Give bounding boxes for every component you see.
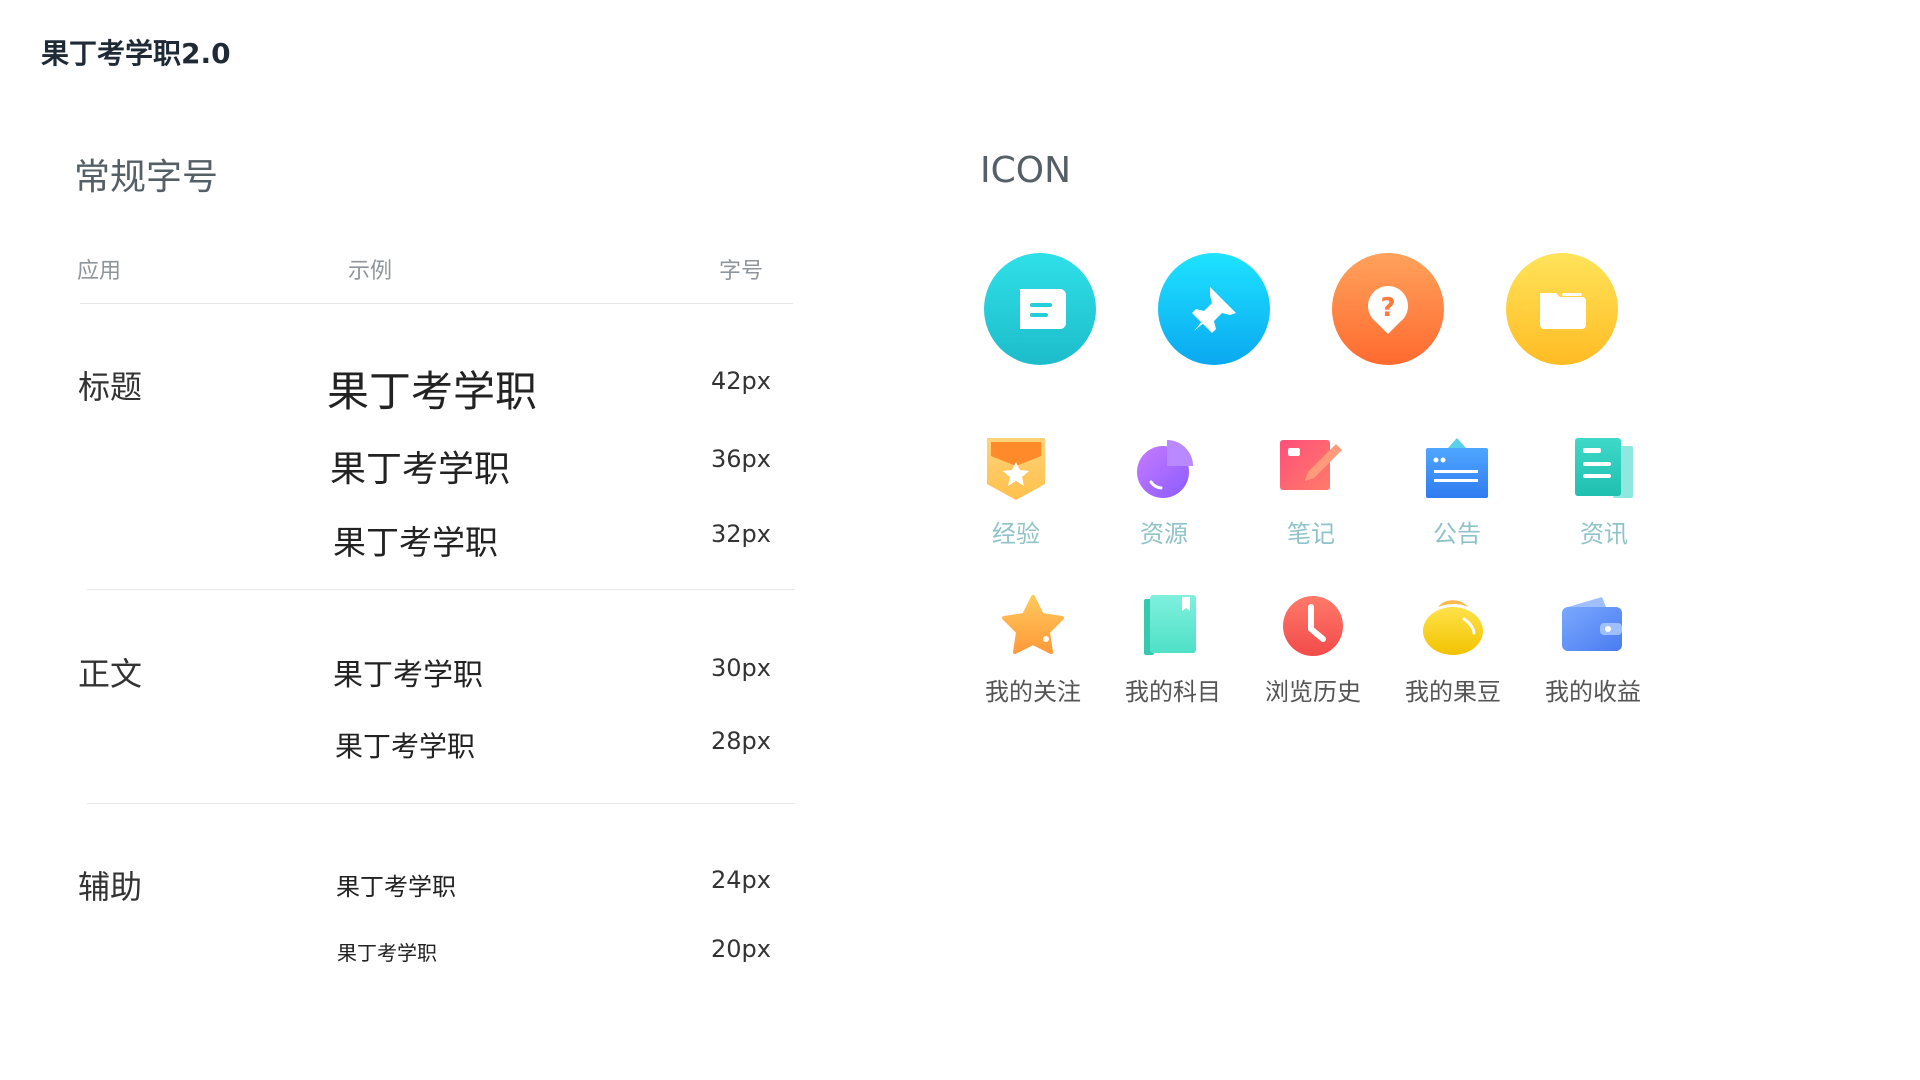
sample-text-28: 果丁考学职	[335, 730, 476, 763]
star-icon[interactable]	[1000, 593, 1066, 659]
sample-text-36: 果丁考学职	[330, 449, 511, 490]
group-label-body: 正文	[78, 655, 143, 693]
icon-label-my-earnings: 我的收益	[1545, 678, 1641, 706]
column-header-size: 字号	[719, 259, 764, 284]
icon-label-announcement: 公告	[1433, 520, 1481, 548]
question-icon[interactable]: ?	[1332, 253, 1444, 365]
column-header-example: 示例	[348, 259, 393, 284]
pin-icon[interactable]	[1158, 253, 1270, 365]
size-value-20: 20px	[711, 935, 771, 963]
size-value-42: 42px	[711, 367, 771, 395]
folder-icon[interactable]	[1506, 253, 1618, 365]
size-value-24: 24px	[711, 866, 771, 894]
group-label-title: 标题	[78, 368, 143, 406]
icon-label-my-follow: 我的关注	[985, 678, 1081, 706]
sample-text-42: 果丁考学职	[327, 367, 538, 416]
message-icon[interactable]	[984, 253, 1096, 365]
group-divider-1	[87, 589, 795, 590]
news-document-icon[interactable]	[1571, 436, 1637, 502]
resource-pie-icon[interactable]	[1131, 436, 1197, 502]
bean-icon[interactable]	[1420, 593, 1486, 659]
icon-label-news: 资讯	[1580, 520, 1628, 548]
book-icon[interactable]	[1140, 593, 1206, 659]
icon-section-title: ICON	[980, 150, 1072, 191]
sample-text-30: 果丁考学职	[333, 658, 483, 693]
column-header-usage: 应用	[77, 259, 122, 284]
icon-label-resource: 资源	[1140, 520, 1188, 548]
sample-text-24: 果丁考学职	[336, 873, 456, 901]
group-divider-2	[87, 803, 795, 804]
size-value-28: 28px	[711, 727, 771, 755]
icon-label-notes: 笔记	[1287, 520, 1335, 548]
experience-badge-icon[interactable]	[983, 436, 1049, 502]
design-spec-page: 果丁考学职2.0 常规字号 应用 示例 字号 标题 果丁考学职 42px 果丁考…	[0, 0, 1920, 1080]
wallet-icon[interactable]	[1560, 593, 1626, 659]
announcement-icon[interactable]	[1424, 436, 1490, 502]
sample-text-32: 果丁考学职	[333, 523, 498, 562]
icon-label-browse-history: 浏览历史	[1265, 678, 1361, 706]
icon-label-my-subjects: 我的科目	[1125, 678, 1221, 706]
size-value-32: 32px	[711, 520, 771, 548]
clock-icon[interactable]	[1280, 593, 1346, 659]
sample-text-20: 果丁考学职	[337, 941, 437, 965]
size-value-30: 30px	[711, 654, 771, 682]
app-title: 果丁考学职2.0	[41, 37, 231, 70]
svg-text:?: ?	[1380, 293, 1395, 323]
size-value-36: 36px	[711, 445, 771, 473]
note-pencil-icon[interactable]	[1278, 436, 1344, 502]
icon-label-experience: 经验	[992, 520, 1040, 548]
group-label-auxiliary: 辅助	[78, 868, 143, 906]
typography-section-title: 常规字号	[74, 157, 219, 198]
icon-label-my-beans: 我的果豆	[1405, 678, 1501, 706]
header-divider	[80, 303, 793, 304]
